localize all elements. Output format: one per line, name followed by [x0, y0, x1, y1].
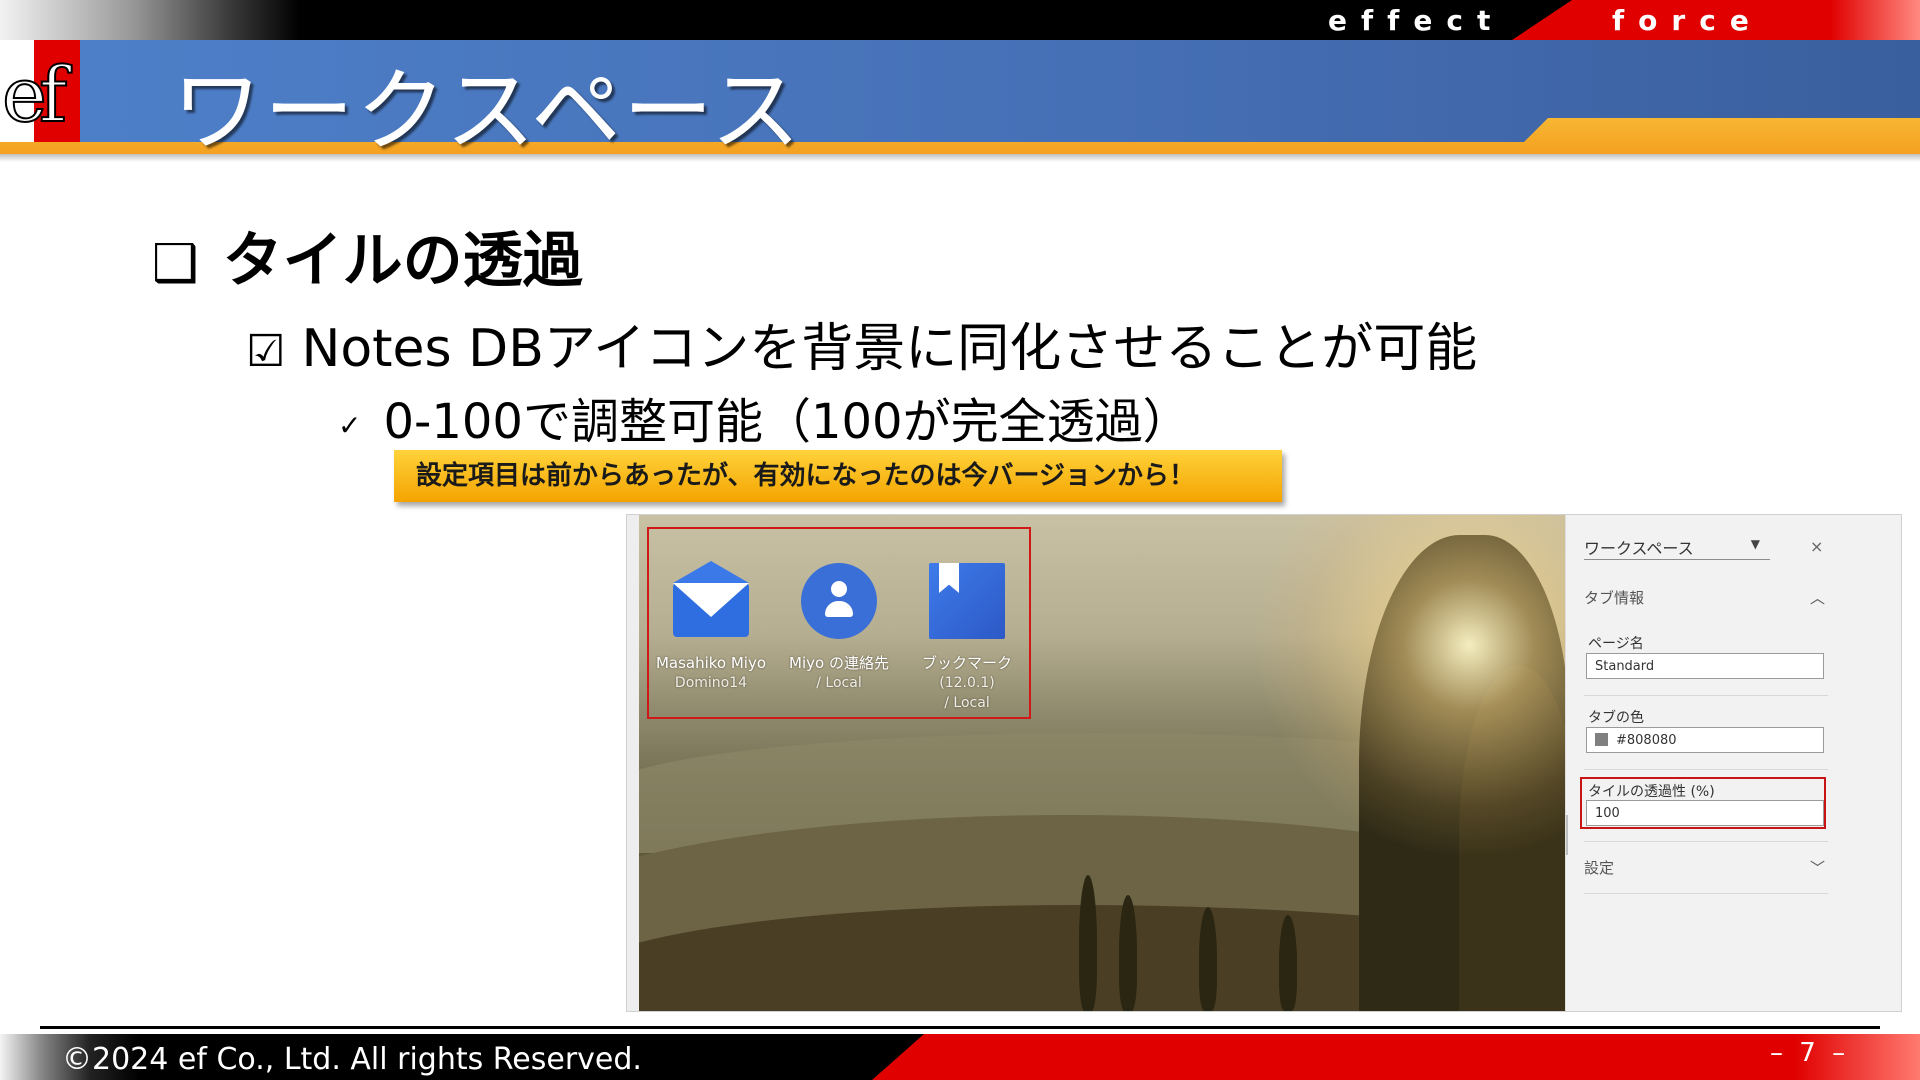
tile-name: ブックマーク — [921, 654, 1012, 672]
tile-sub: / Local — [816, 675, 862, 691]
cypress-tree — [1199, 907, 1217, 1011]
chevron-up-icon[interactable]: ︿ — [1810, 587, 1825, 608]
divider — [1584, 695, 1828, 696]
divider — [1584, 841, 1828, 842]
panel-resize-grip[interactable] — [1566, 815, 1568, 855]
cypress-tree — [1279, 915, 1297, 1011]
bullet-point: ☑ Notes DBアイコンを背景に同化させることが可能 — [246, 306, 1477, 381]
workspace-select-value: ワークスペース — [1584, 539, 1694, 558]
page-number: – 7 – — [1770, 1038, 1850, 1068]
section-heading: ❑ タイルの透過 — [152, 212, 583, 299]
tile-transparency-label: タイルの透過性 (%) — [1588, 784, 1715, 800]
cypress-tree — [1079, 875, 1097, 1011]
page-name-label: ページ名 — [1588, 636, 1644, 652]
heading-text: タイルの透過 — [222, 226, 583, 296]
tab-color-label: タブの色 — [1588, 710, 1644, 726]
workspace-screenshot: Masahiko Miyo Domino14 Miyo の連絡先 / Local… — [626, 514, 1902, 1012]
chevron-down-icon[interactable]: ﹀ — [1810, 857, 1825, 878]
tile-transparency-field[interactable]: 100 — [1586, 800, 1824, 826]
contact-icon — [799, 561, 879, 641]
page-title: ワークスペース — [172, 59, 803, 164]
check-icon: ✓ — [338, 408, 362, 442]
divider — [1584, 893, 1828, 894]
tile-name: Masahiko Miyo — [655, 654, 767, 672]
tile-name: Miyo の連絡先 — [789, 654, 889, 672]
bookmark-icon — [927, 561, 1007, 641]
note-callout: 設定項目は前からあったが、有効になったのは今バージョンから！ — [394, 450, 1282, 502]
subpoint-text: 0-100で調整可能（100が完全透過） — [383, 394, 1191, 450]
square-bullet-icon: ❑ — [152, 234, 199, 294]
brand-effect: effect — [1328, 4, 1505, 37]
properties-panel: ワークスペース ▼ × タブ情報 ︿ ページ名 Standard タブの色 #8… — [1565, 515, 1901, 1011]
copyright-text: ©2024 ef Co., Ltd. All rights Reserved. — [62, 1042, 642, 1077]
ef-logo: ef — [0, 40, 80, 142]
contact-head — [831, 581, 847, 597]
tile-sub: Domino14 — [674, 675, 748, 691]
workspace-background-image: Masahiko Miyo Domino14 Miyo の連絡先 / Local… — [639, 515, 1565, 1011]
tile-mail[interactable]: Masahiko Miyo Domino14 — [651, 561, 771, 693]
page-name-field[interactable]: Standard — [1586, 653, 1824, 679]
section-settings[interactable]: 設定 — [1584, 857, 1614, 878]
section-tab-info[interactable]: タブ情報 — [1584, 587, 1644, 608]
logo-text: ef — [1, 49, 68, 140]
checkbox-icon: ☑ — [246, 326, 286, 377]
tab-color-field[interactable]: #808080 — [1586, 727, 1824, 753]
close-icon[interactable]: × — [1810, 537, 1823, 556]
left-edge — [627, 515, 639, 1011]
sub-bullet-point: ✓ 0-100で調整可能（100が完全透過） — [338, 382, 1191, 452]
tile-sub-2: / Local — [944, 695, 990, 711]
color-swatch — [1595, 733, 1608, 746]
workspace-select[interactable]: ワークスペース ▼ — [1584, 535, 1770, 560]
tab-color-value: #808080 — [1616, 733, 1677, 748]
tile-contacts[interactable]: Miyo の連絡先 / Local — [779, 561, 899, 693]
cypress-tree — [1119, 895, 1137, 1011]
brand-force: force — [1612, 4, 1763, 37]
tile-sub: (12.0.1) — [939, 675, 995, 691]
footer-red-tab — [872, 1034, 1920, 1080]
tile-bookmarks[interactable]: ブックマーク (12.0.1) / Local — [907, 561, 1027, 713]
divider — [1584, 769, 1828, 770]
point-text: Notes DBアイコンを背景に同化させることが可能 — [301, 319, 1478, 379]
dropdown-arrow-icon: ▼ — [1750, 537, 1760, 551]
tiles-highlight-box: Masahiko Miyo Domino14 Miyo の連絡先 / Local… — [647, 527, 1031, 719]
footer-rule — [40, 1026, 1880, 1029]
mail-icon — [671, 561, 751, 641]
